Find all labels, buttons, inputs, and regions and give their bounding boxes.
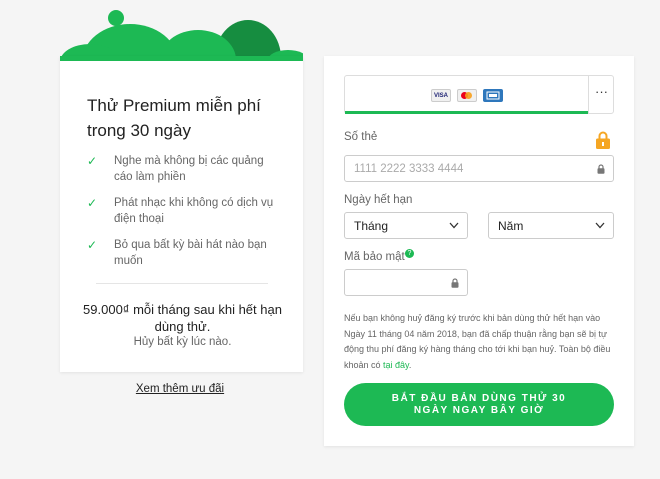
chevron-down-icon (595, 222, 605, 229)
more-offers-link[interactable]: Xem thêm ưu đãi (120, 383, 240, 395)
card-number-field[interactable] (344, 155, 614, 182)
year-select[interactable]: Năm (488, 212, 614, 239)
trial-notice: Nếu bạn không huỷ đăng ký trước khi bản … (344, 311, 616, 373)
security-code-label: Mã bảo mật (344, 251, 405, 263)
feature-text: Bỏ qua bất kỳ bài hát nào bạn muốn (114, 239, 267, 267)
feature-text: Nghe mà không bị các quảng cáo làm phiền (114, 155, 264, 183)
expiry-label: Ngày hết hạn (344, 194, 413, 206)
security-code-input[interactable] (345, 270, 452, 295)
price-text: 59.000₫ mỗi tháng sau khi hết hạn dùng t… (83, 302, 282, 334)
cancel-anytime-text: Hủy bất kỳ lúc nào. (133, 336, 232, 348)
feature-text: Phát nhạc khi không có dịch vụ điện thoạ… (114, 197, 274, 225)
year-select-value: Năm (498, 219, 524, 233)
payment-method-tabs: VISA ··· (344, 75, 614, 114)
terms-link[interactable]: tại đây (383, 360, 409, 370)
checkmark-icon: ✓ (87, 154, 98, 168)
card-logos: VISA (431, 89, 503, 102)
offer-title: Thử Premium miễn phí trong 30 ngày (87, 96, 261, 140)
divider (96, 283, 268, 284)
start-trial-button[interactable]: BẮT ĐẦU BẢN DÙNG THỬ 30 NGÀY NGAY BÂY GI… (344, 383, 614, 426)
lock-icon (597, 164, 605, 174)
premium-offer-card: Thử Premium miễn phí trong 30 ngày ✓ Ngh… (60, 56, 303, 372)
credit-card-tab[interactable]: VISA (345, 76, 588, 114)
chevron-down-icon (449, 222, 459, 229)
mastercard-logo-icon (457, 89, 477, 102)
lock-icon (596, 131, 610, 149)
payment-form-card: VISA ··· Số thẻ Ngày hết hạn Tháng Năm M… (324, 56, 634, 446)
trial-notice-end: . (408, 359, 412, 370)
month-select[interactable]: Tháng (344, 212, 468, 239)
help-icon[interactable]: ? (405, 249, 414, 258)
visa-logo-icon: VISA (431, 89, 451, 102)
lock-icon (451, 278, 459, 288)
card-number-input[interactable] (345, 156, 569, 181)
security-code-field[interactable] (344, 269, 468, 296)
card-number-label: Số thẻ (344, 131, 378, 143)
amex-logo-icon (483, 89, 503, 102)
month-select-value: Tháng (354, 219, 389, 233)
more-payment-options-button[interactable]: ··· (588, 76, 614, 113)
hills-illustration (60, 10, 303, 60)
checkmark-icon: ✓ (87, 238, 98, 252)
checkmark-icon: ✓ (87, 196, 98, 210)
